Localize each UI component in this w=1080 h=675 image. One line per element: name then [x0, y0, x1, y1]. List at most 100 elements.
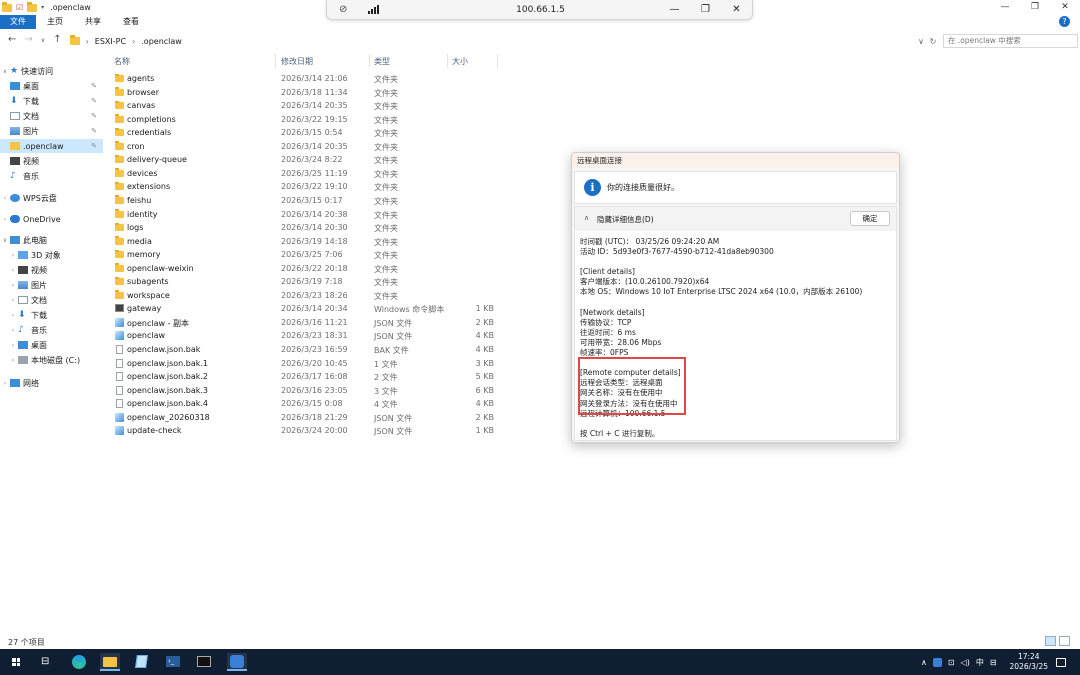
- pin-icon[interactable]: ✎: [91, 97, 97, 105]
- properties-icon[interactable]: ☑: [16, 3, 23, 12]
- volume-icon[interactable]: ◁): [961, 658, 970, 667]
- file-row[interactable]: logs 2026/3/14 20:30 文件夹: [110, 221, 500, 235]
- notification-icon[interactable]: [1056, 657, 1066, 667]
- breadcrumb-separator-icon[interactable]: ›: [86, 37, 89, 46]
- tab-share[interactable]: 共享: [74, 15, 112, 29]
- chevron-right-icon[interactable]: ›: [8, 312, 18, 319]
- chevron-right-icon[interactable]: ›: [8, 267, 18, 274]
- nav-this-pc[interactable]: ∨ 此电脑: [0, 233, 103, 247]
- rdp-restore-button[interactable]: ❐: [690, 0, 721, 20]
- nav-item-pc-pictures[interactable]: › 图片: [0, 278, 103, 292]
- column-divider[interactable]: [369, 54, 370, 68]
- file-row[interactable]: gateway 2026/3/14 20:34 Windows 命令脚本 1 KB: [110, 302, 500, 316]
- file-row[interactable]: media 2026/3/19 14:18 文件夹: [110, 235, 500, 249]
- nav-item-downloads[interactable]: ⬇ 下载 ✎: [0, 94, 103, 108]
- nav-item-music[interactable]: ♪ 音乐: [0, 169, 103, 183]
- nav-item-pc-documents[interactable]: › 文档: [0, 293, 103, 307]
- file-row[interactable]: openclaw-weixin 2026/3/22 20:18 文件夹: [110, 262, 500, 276]
- file-row[interactable]: completions 2026/3/22 19:15 文件夹: [110, 113, 500, 127]
- breadcrumb-item[interactable]: .openclaw: [141, 37, 182, 46]
- up-arrow-icon[interactable]: ↑: [53, 34, 61, 48]
- notepad-icon[interactable]: [132, 653, 152, 671]
- file-row[interactable]: openclaw.json.bak.1 2026/3/20 10:45 1 文件 3 …: [110, 357, 500, 371]
- network-tray-icon[interactable]: ⊡: [948, 658, 955, 667]
- file-row[interactable]: openclaw.json.bak.3 2026/3/16 23:05 3 文件 6 …: [110, 384, 500, 398]
- nav-item-pc-videos[interactable]: › 视频: [0, 263, 103, 277]
- rdp-tray-icon[interactable]: [932, 657, 942, 667]
- chevron-right-icon[interactable]: ›: [8, 252, 18, 259]
- back-arrow-icon[interactable]: ←: [8, 34, 16, 48]
- chevron-right-icon[interactable]: ›: [8, 342, 18, 349]
- file-row[interactable]: memory 2026/3/25 7:06 文件夹: [110, 248, 500, 262]
- chevron-right-icon[interactable]: ›: [8, 357, 18, 364]
- rdp-close-button[interactable]: ✕: [721, 0, 752, 20]
- chevron-down-icon[interactable]: ∨: [0, 237, 10, 244]
- nav-item-local-disk[interactable]: › 本地磁盘 (C:): [0, 353, 103, 367]
- file-row[interactable]: update-check 2026/3/24 20:00 JSON 文件 1 KB: [110, 424, 500, 438]
- file-row[interactable]: openclaw.json.bak 2026/3/23 16:59 BAK 文件 4 …: [110, 343, 500, 357]
- hide-details-toggle[interactable]: 隐藏详细信息(D): [597, 214, 654, 225]
- column-header-size[interactable]: 大小: [452, 56, 468, 67]
- nav-quick-access[interactable]: ∨ ★ 快速访问: [0, 64, 103, 78]
- close-button[interactable]: ✕: [1050, 0, 1080, 15]
- recent-locations-icon[interactable]: ∨: [41, 34, 45, 48]
- ime-indicator[interactable]: 中: [976, 657, 984, 668]
- nav-item-pc-music[interactable]: › ♪ 音乐: [0, 323, 103, 337]
- column-divider[interactable]: [275, 54, 276, 68]
- file-row[interactable]: workspace 2026/3/23 18:26 文件夹: [110, 289, 500, 303]
- breadcrumb-item[interactable]: ESXI-PC: [95, 37, 126, 46]
- tab-file[interactable]: 文件: [0, 15, 36, 29]
- clock[interactable]: 17:24 2026/3/25: [1010, 652, 1048, 672]
- column-header-name[interactable]: 名称: [114, 56, 130, 67]
- file-row[interactable]: canvas 2026/3/14 20:35 文件夹: [110, 99, 500, 113]
- large-icons-view-icon[interactable]: [1059, 636, 1070, 646]
- search-input[interactable]: 在 .openclaw 中搜索: [943, 34, 1078, 48]
- ime-mode-icon[interactable]: ⊟: [990, 658, 997, 667]
- pin-icon[interactable]: ✎: [91, 142, 97, 150]
- file-row[interactable]: agents 2026/3/14 21:06 文件夹: [110, 72, 500, 86]
- nav-item-3d-objects[interactable]: › 3D 对象: [0, 248, 103, 262]
- breadcrumb-separator-icon[interactable]: ›: [132, 37, 135, 46]
- chevron-right-icon[interactable]: ›: [8, 297, 18, 304]
- column-header-type[interactable]: 类型: [374, 56, 390, 67]
- chevron-right-icon[interactable]: ›: [8, 282, 18, 289]
- help-icon[interactable]: ?: [1059, 16, 1070, 27]
- customize-qat-icon[interactable]: ▾: [41, 4, 44, 11]
- file-row[interactable]: cron 2026/3/14 20:35 文件夹: [110, 140, 500, 154]
- file-row[interactable]: extensions 2026/3/22 19:10 文件夹: [110, 180, 500, 194]
- chevron-right-icon[interactable]: ›: [0, 380, 10, 387]
- file-row[interactable]: browser 2026/3/18 11:34 文件夹: [110, 86, 500, 100]
- column-divider[interactable]: [447, 54, 448, 68]
- powershell-icon[interactable]: ›_: [163, 653, 183, 671]
- file-row[interactable]: openclaw - 副本 2026/3/16 11:21 JSON 文件 2 KB: [110, 316, 500, 330]
- ok-button[interactable]: 确定: [850, 211, 890, 226]
- terminal-icon[interactable]: [194, 653, 214, 671]
- chevron-right-icon[interactable]: ›: [0, 195, 10, 202]
- remote-desktop-icon[interactable]: [227, 653, 247, 671]
- chevron-up-icon[interactable]: ∧: [584, 214, 589, 222]
- file-row[interactable]: devices 2026/3/25 11:19 文件夹: [110, 167, 500, 181]
- forward-arrow-icon[interactable]: →: [24, 34, 32, 48]
- pin-icon[interactable]: ✎: [91, 127, 97, 135]
- nav-item-documents[interactable]: 文档 ✎: [0, 109, 103, 123]
- new-folder-icon[interactable]: [27, 1, 38, 12]
- chevron-right-icon[interactable]: ›: [0, 216, 10, 223]
- nav-item-pc-downloads[interactable]: › ⬇ 下载: [0, 308, 103, 322]
- chevron-right-icon[interactable]: ›: [8, 327, 18, 334]
- task-view-icon[interactable]: ⊟: [41, 657, 49, 667]
- nav-network[interactable]: › 网络: [0, 376, 103, 390]
- column-header-date[interactable]: 修改日期: [281, 56, 313, 67]
- nav-item-pc-desktop[interactable]: › 桌面: [0, 338, 103, 352]
- nav-item-pictures[interactable]: 图片 ✎: [0, 124, 103, 138]
- file-explorer-icon[interactable]: [100, 653, 120, 671]
- minimize-button[interactable]: —: [990, 0, 1020, 15]
- details-view-icon[interactable]: [1045, 636, 1056, 646]
- nav-item-desktop[interactable]: 桌面 ✎: [0, 79, 103, 93]
- chevron-down-icon[interactable]: ∨: [0, 68, 10, 75]
- pin-icon[interactable]: ✎: [91, 82, 97, 90]
- file-row[interactable]: delivery-queue 2026/3/24 8:22 文件夹: [110, 153, 500, 167]
- edge-icon[interactable]: [69, 653, 89, 671]
- file-row[interactable]: openclaw_20260318 2026/3/18 21:29 JSON 文件 2…: [110, 411, 500, 425]
- nav-onedrive[interactable]: › OneDrive: [0, 212, 103, 226]
- nav-wps-cloud[interactable]: › WPS云盘: [0, 191, 103, 205]
